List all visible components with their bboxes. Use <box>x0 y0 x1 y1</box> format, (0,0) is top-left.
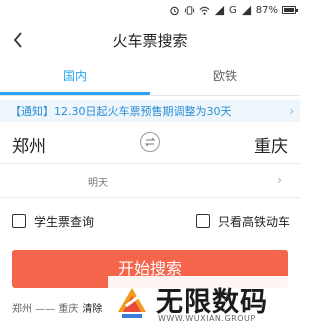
departure-date: 明天 <box>88 178 108 189</box>
history-route[interactable]: 郑州 —— 重庆 <box>12 300 78 315</box>
highspeed-only-label: 只看高铁动车 <box>218 214 291 229</box>
departure-city[interactable]: 郑州 <box>12 132 46 157</box>
battery-percent: 87% <box>255 4 278 16</box>
clear-history-link[interactable]: 清除 <box>82 300 102 315</box>
highspeed-only-checkbox[interactable] <box>196 214 210 228</box>
chevron-right-icon: › <box>289 104 294 118</box>
network-type: G <box>229 4 237 16</box>
status-icons: G 87% <box>169 3 298 17</box>
student-ticket-option[interactable]: 学生票查询 <box>12 212 94 230</box>
route-row: 郑州 重庆 <box>0 122 300 164</box>
alarm-icon <box>170 6 179 15</box>
wifi-icon <box>199 6 210 15</box>
signal-icon-2 <box>241 5 251 15</box>
tab-domestic[interactable]: 国内 <box>0 60 150 95</box>
watermark-url: WWW.WUXIAN.GROUP <box>158 314 256 323</box>
swap-cities-button[interactable] <box>140 132 160 152</box>
tab-europe-rail[interactable]: 欧铁 <box>150 60 300 95</box>
student-ticket-checkbox[interactable] <box>12 214 26 228</box>
student-ticket-label: 学生票查询 <box>34 214 95 229</box>
swap-icon <box>144 137 156 147</box>
vibrate-icon <box>184 5 195 15</box>
date-row[interactable]: 明天 › <box>0 164 300 198</box>
watermark-logo-icon <box>118 288 146 318</box>
notice-banner[interactable]: 【通知】12.30日起火车票预售期调整为30天 › <box>0 100 300 122</box>
arrival-city[interactable]: 重庆 <box>254 132 288 157</box>
battery-icon <box>282 6 298 14</box>
highspeed-only-option[interactable]: 只看高铁动车 <box>196 212 290 230</box>
notice-text: 【通知】12.30日起火车票预售期调整为30天 <box>10 105 232 118</box>
watermark: 无限数码 WWW.WUXIAN.GROUP <box>108 276 300 328</box>
page-title: 火车票搜索 <box>112 32 188 50</box>
signal-icon <box>214 5 225 15</box>
tab-bar: 国内 欧铁 <box>0 60 300 96</box>
status-bar: G 87% <box>0 0 300 20</box>
chevron-right-icon: › <box>277 173 282 187</box>
app-header: 火车票搜索 <box>0 20 300 60</box>
search-history: 郑州 —— 重庆 清除 <box>12 300 102 315</box>
